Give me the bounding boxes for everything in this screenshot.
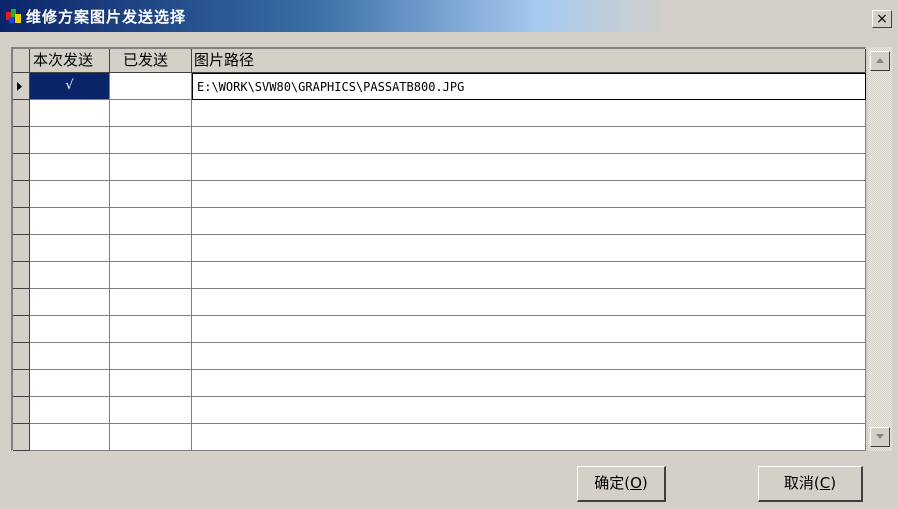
cell-image-path[interactable] [192, 154, 866, 181]
cell-sent[interactable] [110, 181, 192, 208]
column-header-sent[interactable]: 已发送 [110, 49, 192, 73]
arrow-up-icon [876, 58, 884, 63]
scroll-down-button[interactable] [870, 427, 890, 447]
cell-image-path[interactable] [192, 127, 866, 154]
cell-send-now[interactable] [30, 127, 110, 154]
cell-image-path[interactable] [192, 262, 866, 289]
cell-send-now[interactable] [30, 289, 110, 316]
cell-image-path[interactable] [192, 370, 866, 397]
row-header[interactable] [13, 343, 30, 370]
cell-send-now[interactable] [30, 397, 110, 424]
close-button[interactable]: × [872, 10, 892, 28]
row-header[interactable] [13, 370, 30, 397]
row-header[interactable] [13, 424, 30, 451]
cell-send-now[interactable]: √ [30, 73, 110, 100]
cell-sent[interactable] [110, 424, 192, 451]
cell-image-path[interactable] [192, 181, 866, 208]
cell-image-path[interactable]: E:\WORK\SVW80\GRAPHICS\PASSATB800.JPG [192, 73, 866, 100]
cell-send-now[interactable] [30, 235, 110, 262]
cell-sent[interactable] [110, 73, 192, 100]
cell-send-now[interactable] [30, 262, 110, 289]
cell-sent[interactable] [110, 127, 192, 154]
cell-send-now[interactable] [30, 154, 110, 181]
cell-sent[interactable] [110, 343, 192, 370]
cell-send-now[interactable] [30, 424, 110, 451]
cancel-label: 取消 [783, 474, 814, 492]
row-header[interactable] [13, 397, 30, 424]
cell-image-path[interactable] [192, 343, 866, 370]
ok-button[interactable]: 确定(O) [577, 466, 666, 502]
scroll-up-button[interactable] [870, 51, 890, 71]
dialog-window: 维修方案图片发送选择 × 本次发送 已发送 图片路径 √ E:\WORK\SVW8… [0, 0, 898, 509]
row-header[interactable] [13, 127, 30, 154]
cell-send-now[interactable] [30, 370, 110, 397]
cell-sent[interactable] [110, 397, 192, 424]
cell-sent[interactable] [110, 100, 192, 127]
cancel-button[interactable]: 取消(C) [758, 466, 863, 502]
cell-image-path[interactable] [192, 316, 866, 343]
cell-sent[interactable] [110, 289, 192, 316]
row-header[interactable] [13, 262, 30, 289]
column-header-image-path[interactable]: 图片路径 [192, 49, 866, 73]
cell-sent[interactable] [110, 370, 192, 397]
cell-image-path[interactable] [192, 235, 866, 262]
title-bar[interactable]: 维修方案图片发送选择 [0, 0, 898, 32]
window-title: 维修方案图片发送选择 [26, 8, 187, 26]
cell-send-now[interactable] [30, 208, 110, 235]
row-header[interactable] [13, 208, 30, 235]
cell-send-now[interactable] [30, 316, 110, 343]
row-header[interactable] [13, 235, 30, 262]
current-row-indicator-icon [17, 82, 22, 91]
cell-sent[interactable] [110, 235, 192, 262]
cell-image-path[interactable] [192, 424, 866, 451]
row-header[interactable] [13, 316, 30, 343]
ok-label: 确定 [594, 474, 625, 492]
cell-send-now[interactable] [30, 181, 110, 208]
vertical-scrollbar[interactable] [868, 47, 892, 451]
cell-sent[interactable] [110, 262, 192, 289]
arrow-down-icon [876, 434, 884, 439]
row-header[interactable] [13, 73, 30, 100]
cell-sent[interactable] [110, 316, 192, 343]
cell-image-path[interactable] [192, 100, 866, 127]
column-header-send-now[interactable]: 本次发送 [30, 49, 110, 73]
ok-mnemonic: O [630, 474, 642, 492]
cell-sent[interactable] [110, 208, 192, 235]
cancel-mnemonic: C [819, 474, 831, 492]
cell-send-now[interactable] [30, 343, 110, 370]
row-header-corner [13, 49, 30, 73]
row-header[interactable] [13, 289, 30, 316]
cell-send-now[interactable] [30, 100, 110, 127]
cell-image-path[interactable] [192, 208, 866, 235]
row-header[interactable] [13, 154, 30, 181]
row-header[interactable] [13, 181, 30, 208]
row-header[interactable] [13, 100, 30, 127]
app-icon [6, 9, 21, 23]
cell-image-path[interactable] [192, 289, 866, 316]
cell-sent[interactable] [110, 154, 192, 181]
cell-image-path[interactable] [192, 397, 866, 424]
